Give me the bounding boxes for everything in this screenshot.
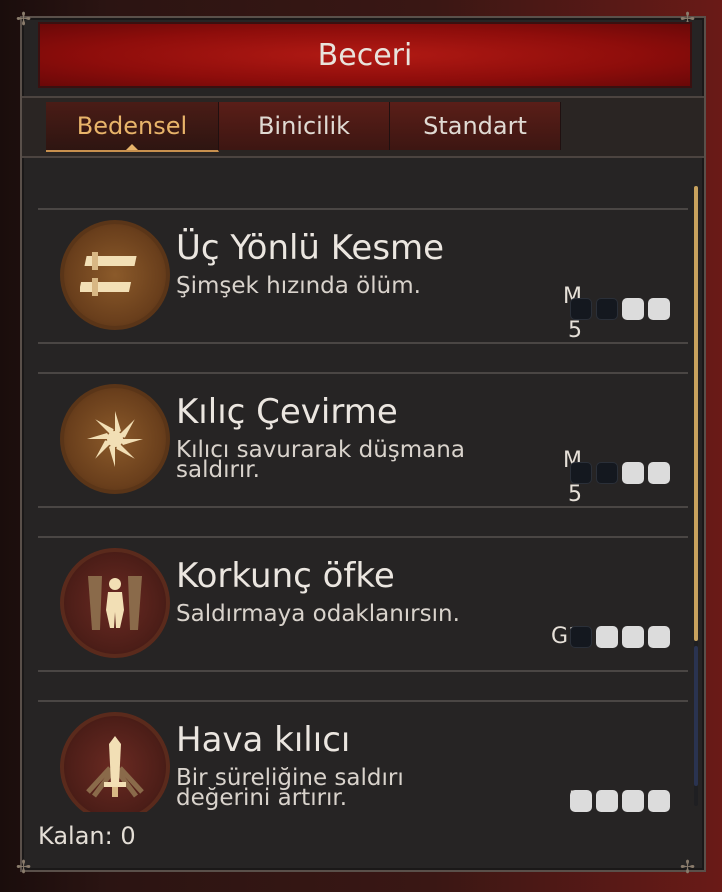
skill-name: Kılıç Çevirme [176, 392, 398, 432]
point-pip-filled [570, 790, 592, 812]
point-pip-filled [596, 626, 618, 648]
remaining-points: Kalan: 0 [38, 822, 136, 850]
window-title: Beceri [317, 37, 413, 73]
corner-ornament-icon: ✢ [16, 857, 32, 878]
skill-item-korkunc-ofke[interactable]: Korkunç öfke Saldırmaya odaklanırsın. G1 [38, 536, 688, 672]
corner-ornament-icon: ✢ [680, 857, 696, 878]
point-pip-filled [648, 462, 670, 484]
point-pip-empty [570, 626, 592, 648]
skill-points [570, 462, 670, 484]
caret-up-icon [126, 144, 138, 150]
point-pip-filled [596, 790, 618, 812]
skill-item-hava-kilici[interactable]: Hava kılıcı Bir süreliğine saldırı değer… [38, 700, 688, 812]
point-pip-filled [648, 626, 670, 648]
skill-name: Korkunç öfke [176, 556, 395, 596]
tab-bedensel[interactable]: Bedensel [46, 102, 219, 152]
point-pip-empty [570, 298, 592, 320]
scrollbar[interactable] [694, 186, 698, 806]
tab-binicilik[interactable]: Binicilik [219, 102, 390, 150]
point-pip-filled [622, 626, 644, 648]
skill-name: Hava kılıcı [176, 720, 351, 760]
skill-description: Şimşek hızında ölüm. [176, 273, 421, 299]
point-pip-filled [648, 790, 670, 812]
point-pip-empty [570, 462, 592, 484]
scrollbar-thumb[interactable] [694, 186, 698, 641]
skill-window: ✢ ✢ ✢ ✢ Beceri Bedensel Binicilik Standa… [16, 9, 706, 878]
tab-label: Standart [423, 112, 527, 140]
scrollbar-track-lower [694, 646, 698, 786]
skill-points [570, 626, 670, 648]
tab-standart[interactable]: Standart [390, 102, 561, 150]
twin-dagger-icon [60, 220, 170, 330]
skill-list: Üç Yönlü Kesme Şimşek hızında ölüm. M 5 [38, 202, 692, 812]
skill-points [570, 298, 670, 320]
skill-name: Üç Yönlü Kesme [176, 228, 445, 268]
tab-label: Bedensel [76, 112, 188, 140]
air-sword-icon [60, 712, 170, 812]
point-pip-empty [596, 298, 618, 320]
spinning-blade-icon [60, 384, 170, 494]
skill-description: Bir süreliğine saldırı değerini artırır. [176, 765, 404, 811]
point-pip-empty [596, 462, 618, 484]
window-title-bar: Beceri [38, 22, 692, 88]
skill-points [570, 790, 670, 812]
point-pip-filled [622, 462, 644, 484]
point-pip-filled [622, 298, 644, 320]
skill-description: Saldırmaya odaklanırsın. [176, 601, 460, 627]
tab-bar: Bedensel Binicilik Standart [22, 96, 704, 158]
point-pip-filled [622, 790, 644, 812]
point-pip-filled [648, 298, 670, 320]
skill-item-kilic-cevirme[interactable]: Kılıç Çevirme Kılıcı savurarak düşmana s… [38, 372, 688, 508]
warrior-rage-icon [60, 548, 170, 658]
tab-label: Binicilik [257, 112, 351, 140]
skill-description: Kılıcı savurarak düşmana saldırır. [176, 437, 465, 483]
skill-item-uc-yonlu-kesme[interactable]: Üç Yönlü Kesme Şimşek hızında ölüm. M 5 [38, 208, 688, 344]
